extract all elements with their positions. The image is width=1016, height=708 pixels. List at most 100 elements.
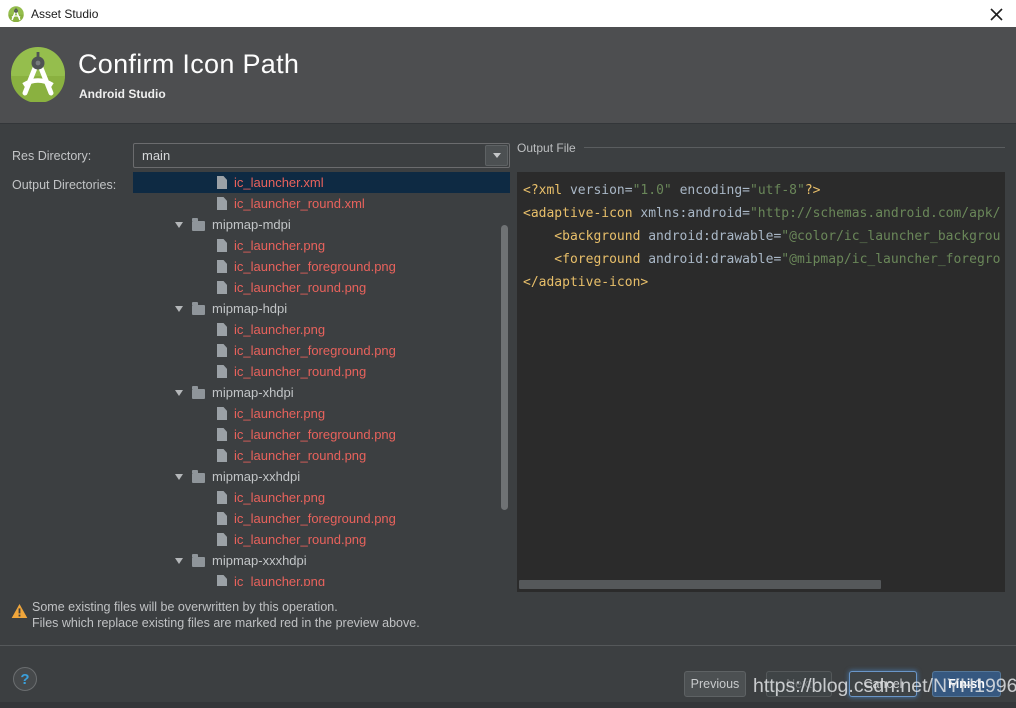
android-studio-logo: [10, 46, 66, 102]
file-icon: [217, 533, 227, 546]
file-icon: [217, 176, 227, 189]
expander-triangle-icon[interactable]: [175, 306, 183, 312]
tree-item-label: ic_launcher_round.png: [234, 364, 366, 379]
tree-folder-row[interactable]: mipmap-hdpi: [133, 298, 510, 319]
file-icon: [217, 407, 227, 420]
expander-triangle-icon[interactable]: [175, 558, 183, 564]
chevron-down-icon[interactable]: [485, 145, 508, 166]
code-line: </adaptive-icon>: [523, 271, 1005, 294]
android-studio-icon: [8, 6, 24, 22]
dialog-body: Res Directory: main Output Directories: …: [0, 124, 1016, 594]
titlebar: Asset Studio: [0, 0, 1016, 27]
tree-item-label: ic_launcher_foreground.png: [234, 259, 396, 274]
output-file-divider: [584, 147, 1005, 148]
tree-file-row[interactable]: ic_launcher_foreground.png: [133, 424, 510, 445]
file-icon: [217, 512, 227, 525]
tree-item-label: mipmap-mdpi: [212, 217, 291, 232]
tree-item-label: mipmap-xhdpi: [212, 385, 294, 400]
code-horizontal-scrollbar[interactable]: [519, 580, 881, 589]
window-title: Asset Studio: [31, 7, 98, 21]
tree-folder-row[interactable]: mipmap-mdpi: [133, 214, 510, 235]
tree-item-label: ic_launcher_foreground.png: [234, 343, 396, 358]
tree-folder-row[interactable]: mipmap-xxhdpi: [133, 466, 510, 487]
res-directory-value: main: [134, 148, 485, 163]
tree-file-row[interactable]: ic_launcher.png: [133, 319, 510, 340]
tree-file-row[interactable]: ic_launcher_round.png: [133, 361, 510, 382]
file-icon: [217, 575, 227, 586]
tree-folder-row[interactable]: mipmap-xxxhdpi: [133, 550, 510, 571]
warning-line1: Some existing files will be overwritten …: [32, 600, 420, 616]
warning-bar: Some existing files will be overwritten …: [0, 594, 1016, 645]
file-icon: [217, 344, 227, 357]
output-directories-label: Output Directories:: [12, 178, 116, 192]
tree-file-row[interactable]: ic_launcher.png: [133, 235, 510, 256]
code-line: <foreground android:drawable="@mipmap/ic…: [523, 248, 1005, 271]
tree-item-label: mipmap-hdpi: [212, 301, 287, 316]
asset-studio-dialog: Asset Studio Confirm Icon Path Android S…: [0, 0, 1016, 708]
folder-icon: [192, 221, 205, 231]
file-icon: [217, 197, 227, 210]
tree-file-row[interactable]: ic_launcher_round.png: [133, 445, 510, 466]
previous-button[interactable]: Previous: [684, 671, 746, 697]
tree-file-row[interactable]: ic_launcher.png: [133, 403, 510, 424]
expander-triangle-icon[interactable]: [175, 222, 183, 228]
tree-file-row[interactable]: ic_launcher.png: [133, 487, 510, 508]
code-line: <?xml version="1.0" encoding="utf-8"?>: [523, 179, 1005, 202]
tree-file-row[interactable]: ic_launcher_foreground.png: [133, 256, 510, 277]
tree-file-row[interactable]: ic_launcher_round.xml: [133, 193, 510, 214]
tree-item-label: ic_launcher.png: [234, 574, 325, 586]
tree-folder-row[interactable]: mipmap-xhdpi: [133, 382, 510, 403]
help-icon[interactable]: ?: [13, 667, 37, 691]
window-bottom-edge: [0, 702, 1016, 708]
page-subtitle: Android Studio: [79, 87, 166, 101]
tree-item-label: ic_launcher_round.xml: [234, 196, 365, 211]
folder-icon: [192, 557, 205, 567]
tree-file-row[interactable]: ic_launcher_foreground.png: [133, 340, 510, 361]
expander-triangle-icon[interactable]: [175, 390, 183, 396]
tree-file-row[interactable]: ic_launcher_foreground.png: [133, 508, 510, 529]
res-directory-label: Res Directory:: [12, 149, 91, 163]
tree-item-label: ic_launcher_round.png: [234, 448, 366, 463]
tree-item-label: ic_launcher_round.png: [234, 532, 366, 547]
tree-file-row[interactable]: ic_launcher_round.png: [133, 277, 510, 298]
folder-icon: [192, 389, 205, 399]
file-icon: [217, 491, 227, 504]
warning-line2: Files which replace existing files are m…: [32, 616, 420, 632]
file-icon: [217, 239, 227, 252]
close-icon[interactable]: [985, 3, 1007, 25]
tree-item-label: ic_launcher_foreground.png: [234, 511, 396, 526]
tree-item-label: ic_launcher.png: [234, 490, 325, 505]
tree-item-label: ic_launcher.png: [234, 322, 325, 337]
code-line: <adaptive-icon xmlns:android="http://sch…: [523, 202, 1005, 225]
code-line: <background android:drawable="@color/ic_…: [523, 225, 1005, 248]
file-icon: [217, 281, 227, 294]
res-directory-select[interactable]: main: [133, 143, 510, 168]
file-icon: [217, 449, 227, 462]
file-icon: [217, 428, 227, 441]
file-icon: [217, 365, 227, 378]
tree-item-label: mipmap-xxxhdpi: [212, 553, 307, 568]
tree-file-row[interactable]: ic_launcher.png: [133, 571, 510, 586]
tree-item-label: ic_launcher.png: [234, 238, 325, 253]
warning-icon: [11, 603, 28, 619]
tree-file-row[interactable]: ic_launcher.xml: [133, 172, 510, 193]
tree-item-label: ic_launcher.png: [234, 406, 325, 421]
file-icon: [217, 260, 227, 273]
tree-item-label: ic_launcher_round.png: [234, 280, 366, 295]
output-file-header: Output File: [517, 140, 1005, 155]
tree-file-row[interactable]: ic_launcher_round.png: [133, 529, 510, 550]
folder-icon: [192, 305, 205, 315]
tree-item-label: ic_launcher_foreground.png: [234, 427, 396, 442]
folder-icon: [192, 473, 205, 483]
tree-scrollbar[interactable]: [501, 225, 508, 510]
page-title: Confirm Icon Path: [78, 49, 299, 80]
output-file-label: Output File: [517, 141, 576, 155]
file-icon: [217, 323, 227, 336]
tree-item-label: mipmap-xxhdpi: [212, 469, 300, 484]
watermark: https://blog.csdn.net/NYH19961125: [753, 675, 1016, 698]
expander-triangle-icon[interactable]: [175, 474, 183, 480]
tree-item-label: ic_launcher.xml: [234, 175, 324, 190]
output-file-preview: <?xml version="1.0" encoding="utf-8"?><a…: [517, 172, 1005, 592]
output-directories-tree[interactable]: ic_launcher.xml ic_launcher_round.xmlmipm…: [133, 172, 510, 586]
wizard-header: Confirm Icon Path Android Studio: [0, 27, 1016, 124]
